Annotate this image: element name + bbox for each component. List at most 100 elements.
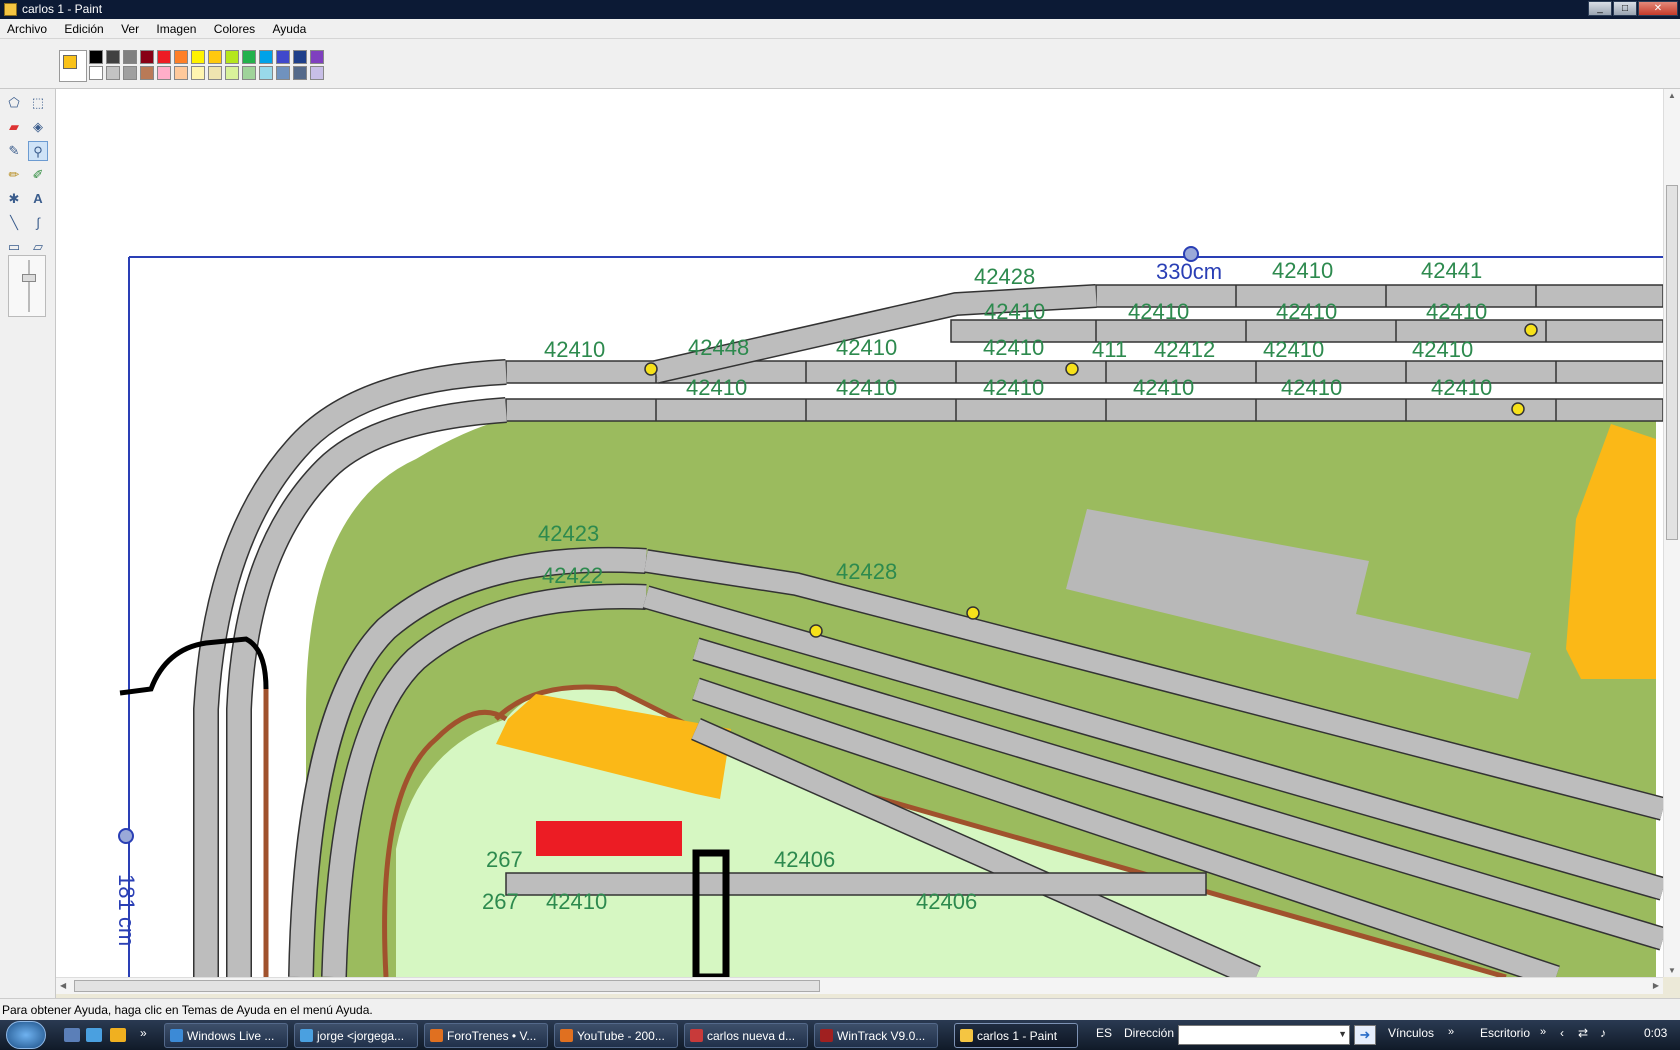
menu-ver[interactable]: Ver (114, 19, 146, 39)
fill-icon[interactable]: ◈ (28, 117, 48, 137)
toolbox: ⬠ ⬚ ▰ ◈ ✎ ⚲ ✏ ✐ ✱ A ╲ ∫ ▭ ▱ ⬭ ▢ (0, 89, 56, 1005)
foreground-color[interactable] (63, 55, 77, 69)
track-label: 42410 (1281, 375, 1342, 400)
address-input[interactable]: ▼ (1178, 1025, 1350, 1045)
palette-swatch[interactable] (140, 50, 154, 64)
palette-swatch[interactable] (174, 66, 188, 80)
track-label: 42448 (688, 335, 749, 360)
scroll-up-icon[interactable]: ▲ (1668, 91, 1676, 100)
taskbar-item-paint[interactable]: carlos 1 - Paint (954, 1023, 1078, 1048)
horizontal-scrollbar[interactable]: ◀ ▶ (56, 977, 1663, 994)
current-colors[interactable] (59, 50, 87, 82)
rect-select-icon[interactable]: ⬚ (28, 93, 48, 113)
palette-swatch[interactable] (310, 50, 324, 64)
palette-swatch[interactable] (242, 66, 256, 80)
start-button[interactable] (6, 1021, 46, 1049)
scroll-left-icon[interactable]: ◀ (60, 981, 66, 990)
palette-swatch[interactable] (225, 50, 239, 64)
palette-swatch[interactable] (208, 66, 222, 80)
tray-network-icon[interactable]: ⇄ (1578, 1026, 1588, 1040)
switch-windows-icon[interactable] (86, 1028, 102, 1042)
clock[interactable]: 0:03 (1644, 1026, 1667, 1040)
color-palette (89, 50, 326, 81)
polygon-icon[interactable]: ▱ (28, 237, 48, 257)
palette-swatch[interactable] (276, 50, 290, 64)
eraser-icon[interactable]: ▰ (4, 117, 24, 137)
taskbar-item-youtube[interactable]: YouTube - 200... (554, 1023, 678, 1048)
palette-swatch[interactable] (310, 66, 324, 80)
palette-swatch[interactable] (123, 66, 137, 80)
tray-expand-icon[interactable]: ‹ (1560, 1026, 1564, 1040)
menu-ayuda[interactable]: Ayuda (266, 19, 314, 39)
scroll-right-icon[interactable]: ▶ (1653, 981, 1659, 990)
palette-swatch[interactable] (191, 50, 205, 64)
links-toolbar[interactable]: Vínculos (1388, 1026, 1434, 1040)
airbrush-icon[interactable]: ✱ (4, 189, 24, 209)
links-more-icon[interactable]: » (1448, 1026, 1454, 1038)
palette-swatch[interactable] (157, 50, 171, 64)
palette-swatch[interactable] (259, 66, 273, 80)
zoom-slider-knob[interactable] (22, 274, 36, 282)
desktop-more-icon[interactable]: » (1540, 1026, 1546, 1038)
color-picker-icon[interactable]: ✎ (4, 141, 24, 161)
palette-swatch[interactable] (89, 50, 103, 64)
brush-icon[interactable]: ✐ (28, 165, 48, 185)
track-label: 42410 (1431, 375, 1492, 400)
scroll-down-icon[interactable]: ▼ (1668, 966, 1676, 975)
palette-swatch[interactable] (174, 50, 188, 64)
palette-swatch[interactable] (157, 66, 171, 80)
menu-imagen[interactable]: Imagen (149, 19, 203, 39)
palette-swatch[interactable] (191, 66, 205, 80)
rectangle-icon[interactable]: ▭ (4, 237, 24, 257)
palette-swatch[interactable] (293, 66, 307, 80)
taskbar-item-forotrenes[interactable]: ForoTrenes • V... (424, 1023, 548, 1048)
menu-colores[interactable]: Colores (207, 19, 262, 39)
palette-swatch[interactable] (106, 66, 120, 80)
vertical-scroll-thumb[interactable] (1666, 185, 1678, 540)
palette-swatch[interactable] (225, 66, 239, 80)
palette-swatch[interactable] (89, 66, 103, 80)
menu-archivo[interactable]: Archivo (0, 19, 54, 39)
track-label: 42410 (1272, 258, 1333, 283)
close-button[interactable]: ✕ (1638, 1, 1678, 16)
magnifier-icon[interactable]: ⚲ (28, 141, 48, 161)
desktop-toolbar[interactable]: Escritorio (1480, 1026, 1530, 1040)
palette-swatch[interactable] (293, 50, 307, 64)
taskbar-item-jorge[interactable]: jorge <jorgega... (294, 1023, 418, 1048)
curve-icon[interactable]: ∫ (28, 213, 48, 233)
zoom-slider[interactable] (8, 255, 46, 317)
taskbar-item-windows-live[interactable]: Windows Live ... (164, 1023, 288, 1048)
palette-swatch[interactable] (276, 66, 290, 80)
quicklaunch-more-icon[interactable]: » (140, 1026, 147, 1040)
track-label: 42406 (916, 889, 977, 914)
media-player-icon[interactable] (110, 1028, 126, 1042)
palette-swatch[interactable] (242, 50, 256, 64)
palette-swatch[interactable] (140, 66, 154, 80)
show-desktop-icon[interactable] (64, 1028, 80, 1042)
palette-swatch[interactable] (123, 50, 137, 64)
palette-swatch[interactable] (106, 50, 120, 64)
track-label: 42410 (836, 335, 897, 360)
maximize-button[interactable]: □ (1613, 1, 1637, 16)
text-icon[interactable]: A (28, 189, 48, 209)
taskbar-item-wintrack[interactable]: WinTrack V9.0... (814, 1023, 938, 1048)
track-label: 42422 (542, 563, 603, 588)
pencil-icon[interactable]: ✏ (4, 165, 24, 185)
menu-edicion[interactable]: Edición (57, 19, 110, 39)
minimize-button[interactable]: _ (1588, 1, 1612, 16)
go-arrow-icon[interactable]: ➜ (1354, 1025, 1376, 1045)
vertical-scrollbar[interactable]: ▲ ▼ (1663, 89, 1680, 977)
line-icon[interactable]: ╲ (4, 213, 24, 233)
track-label: 42428 (836, 559, 897, 584)
horizontal-scroll-thumb[interactable] (74, 980, 820, 992)
taskbar-item-carlos-nueva[interactable]: carlos nueva d... (684, 1023, 808, 1048)
drawing-canvas[interactable]: 42428 42410 42441 42410 42410 42410 4241… (56, 89, 1680, 977)
language-indicator[interactable]: ES (1096, 1026, 1112, 1040)
tray-volume-icon[interactable]: ♪ (1600, 1026, 1606, 1040)
track-label: 267 (482, 889, 519, 914)
palette-swatch[interactable] (259, 50, 273, 64)
free-select-icon[interactable]: ⬠ (4, 93, 24, 113)
track-label: 267 (486, 847, 523, 872)
palette-swatch[interactable] (208, 50, 222, 64)
address-dropdown-icon[interactable]: ▼ (1338, 1029, 1347, 1039)
